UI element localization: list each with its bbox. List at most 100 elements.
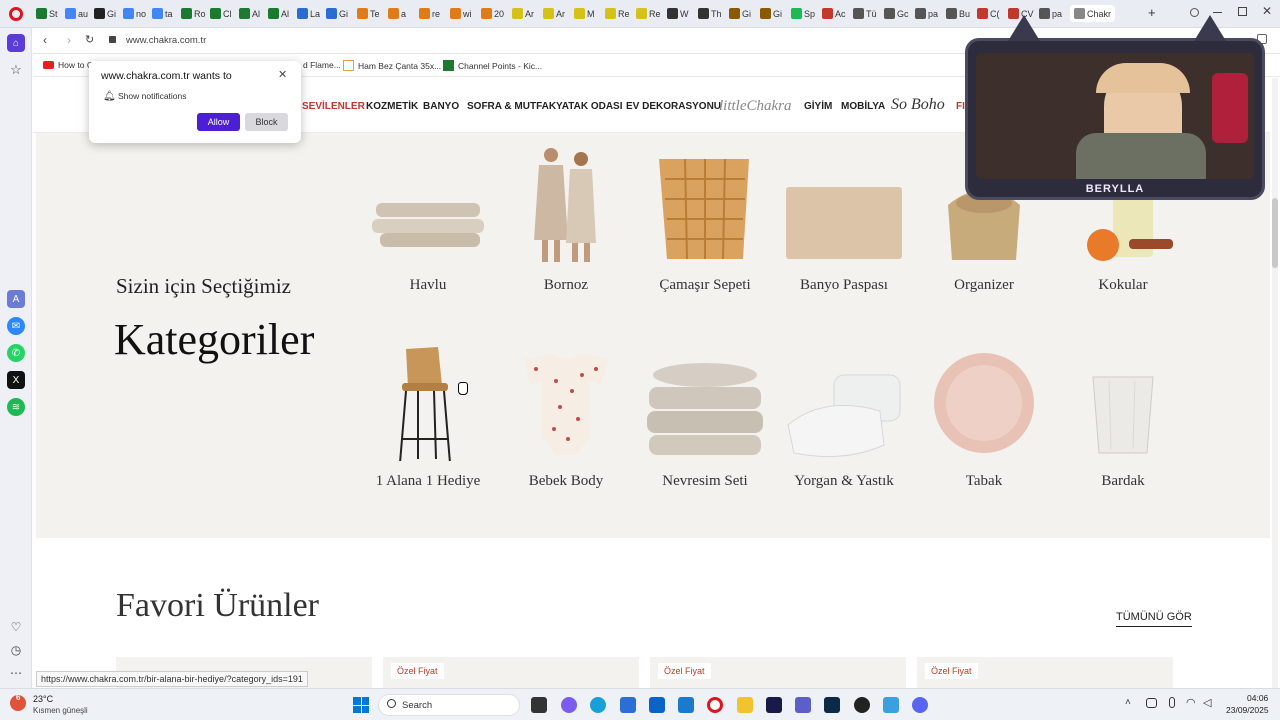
browser-tab[interactable]: Ac	[822, 5, 846, 22]
browser-tab[interactable]: Bu	[946, 5, 970, 22]
product-card[interactable]: Özel Fiyat	[650, 657, 906, 689]
folder-icon[interactable]	[737, 697, 753, 713]
product-card[interactable]: Özel Fiyat	[383, 657, 639, 689]
nav-item-sofra-mutfak[interactable]: SOFRA & MUTFAK	[467, 101, 556, 112]
browser-tab[interactable]: Gi	[94, 5, 116, 22]
browser-tab[interactable]: pa	[915, 5, 938, 22]
nav-item-ev-dekorasyonu[interactable]: EV DEKORASYONU	[626, 101, 721, 112]
nav-item-kozmetik[interactable]: KOZMETİK	[366, 101, 418, 112]
bookmark-item[interactable]: d Flame...	[303, 60, 341, 70]
category-bebek-body[interactable]: Bebek Body	[500, 341, 632, 490]
browser-tab[interactable]: pa	[1039, 5, 1062, 22]
monitor-icon[interactable]	[678, 697, 694, 713]
aria-icon[interactable]: A	[7, 290, 25, 308]
category-banyo-paspasi[interactable]: Banyo Paspası	[778, 145, 910, 294]
so-boho-logo[interactable]: So Boho	[891, 96, 945, 114]
opera-logo-icon[interactable]	[9, 7, 23, 21]
little-chakra-logo[interactable]: littleChakra	[719, 98, 792, 115]
url-field[interactable]: www.chakra.com.tr	[126, 35, 206, 46]
heart-icon[interactable]: ♡	[7, 618, 25, 636]
photoshop-icon[interactable]	[824, 697, 840, 713]
browser-tab[interactable]: Te	[357, 5, 380, 22]
history-icon[interactable]: ◷	[7, 641, 25, 659]
opera-taskbar-icon[interactable]	[707, 697, 723, 713]
category-1-alana-1-hediye[interactable]: 1 Alana 1 Hediye	[362, 341, 494, 490]
nav-item-yatak-odasi[interactable]: YATAK ODASI	[556, 101, 623, 112]
browser-tab[interactable]: C(	[977, 5, 1000, 22]
nav-item-giyim[interactable]: GİYİM	[804, 101, 832, 112]
browser-tab[interactable]: Ro	[181, 5, 206, 22]
outlook-icon[interactable]	[649, 697, 665, 713]
microphone-icon[interactable]	[1169, 697, 1175, 708]
new-tab-button[interactable]: +	[1148, 5, 1156, 20]
browser-tab[interactable]: St	[36, 5, 58, 22]
messenger-icon[interactable]: ✉	[7, 317, 25, 335]
home-icon[interactable]: ⌂	[7, 34, 25, 52]
category-camasir-sepeti[interactable]: Çamaşır Sepeti	[639, 145, 771, 294]
more-icon[interactable]: ⋯	[7, 664, 25, 682]
nav-item-mobilya[interactable]: MOBİLYA	[841, 101, 885, 112]
bookmark-item[interactable]: Channel Points - Kic...	[443, 60, 542, 71]
volume-icon[interactable]: ◁	[1203, 696, 1211, 709]
copilot-icon[interactable]	[561, 697, 577, 713]
store-icon[interactable]	[620, 697, 636, 713]
browser-tab[interactable]: 20	[481, 5, 504, 22]
browser-tab[interactable]: re	[419, 5, 440, 22]
browser-tab[interactable]: Al	[268, 5, 289, 22]
see-all-link[interactable]: TÜMÜNÜ GÖR	[1116, 611, 1192, 627]
browser-tab[interactable]: Th	[698, 5, 722, 22]
nav-item-cut[interactable]: FI	[956, 101, 965, 112]
forward-icon[interactable]: ›	[67, 33, 71, 47]
browser-tab[interactable]: Gi	[760, 5, 782, 22]
category-bornoz[interactable]: Bornoz	[500, 145, 632, 294]
minimize-icon[interactable]	[1213, 12, 1222, 13]
browser-tab[interactable]: Cl	[210, 5, 232, 22]
category-havlu[interactable]: Havlu	[362, 145, 494, 294]
weather-temp[interactable]: 23°C	[33, 694, 53, 704]
browser-tab[interactable]: La	[297, 5, 320, 22]
paint-icon[interactable]	[883, 697, 899, 713]
category-bardak[interactable]: Bardak	[1057, 341, 1189, 490]
browser-tab[interactable]: wi	[450, 5, 472, 22]
back-icon[interactable]: ‹	[43, 33, 47, 47]
page-scrollbar[interactable]	[1272, 78, 1278, 688]
browser-tab[interactable]: Re	[636, 5, 661, 22]
browser-tab[interactable]: no	[123, 5, 146, 22]
network-icon[interactable]	[1146, 698, 1157, 708]
edge-icon[interactable]	[590, 697, 606, 713]
allow-button[interactable]: Allow	[197, 113, 240, 131]
nav-item-sevilenler[interactable]: SEVİLENLER	[302, 101, 365, 112]
start-icon[interactable]	[353, 697, 369, 713]
teams-icon[interactable]	[795, 697, 811, 713]
close-window-icon[interactable]: ✕	[1262, 4, 1272, 18]
browser-tab[interactable]: a	[388, 5, 406, 22]
browser-tab[interactable]: Gi	[729, 5, 751, 22]
nav-item-banyo[interactable]: BANYO	[423, 101, 459, 112]
browser-tab[interactable]: M	[574, 5, 595, 22]
tray-chevron-icon[interactable]: ˄	[1125, 697, 1131, 708]
browser-tab[interactable]: Gc	[884, 5, 909, 22]
taskbar-search[interactable]: Search	[378, 694, 520, 716]
whatsapp-icon[interactable]: ✆	[7, 344, 25, 362]
browser-tab[interactable]: W	[667, 5, 689, 22]
star-icon[interactable]: ☆	[7, 61, 25, 79]
obs-icon[interactable]	[854, 697, 870, 713]
file-explorer-tb-icon[interactable]	[531, 697, 547, 713]
reload-icon[interactable]: ↻	[85, 33, 94, 46]
browser-tab[interactable]: Al	[239, 5, 260, 22]
maximize-icon[interactable]	[1238, 7, 1247, 16]
block-button[interactable]: Block	[245, 113, 288, 131]
browser-tab[interactable]: Tü	[853, 5, 877, 22]
bookmark-item[interactable]: How to C	[43, 60, 93, 70]
browser-tab[interactable]: Ar	[543, 5, 565, 22]
category-nevresim-seti[interactable]: Nevresim Seti	[639, 341, 771, 490]
wifi-icon[interactable]: ◠	[1186, 696, 1196, 709]
category-tabak[interactable]: Tabak	[918, 341, 1050, 490]
browser-tab[interactable]: au	[65, 5, 88, 22]
product-card[interactable]: Özel Fiyat	[917, 657, 1173, 689]
browser-tab[interactable]: Ar	[512, 5, 534, 22]
bookmark-item[interactable]: Ham Bez Çanta 35x...	[343, 60, 441, 71]
browser-tab[interactable]: Chakr	[1070, 5, 1116, 22]
browser-tab[interactable]: Gi	[326, 5, 348, 22]
spotify-icon[interactable]: ≋	[7, 398, 25, 416]
